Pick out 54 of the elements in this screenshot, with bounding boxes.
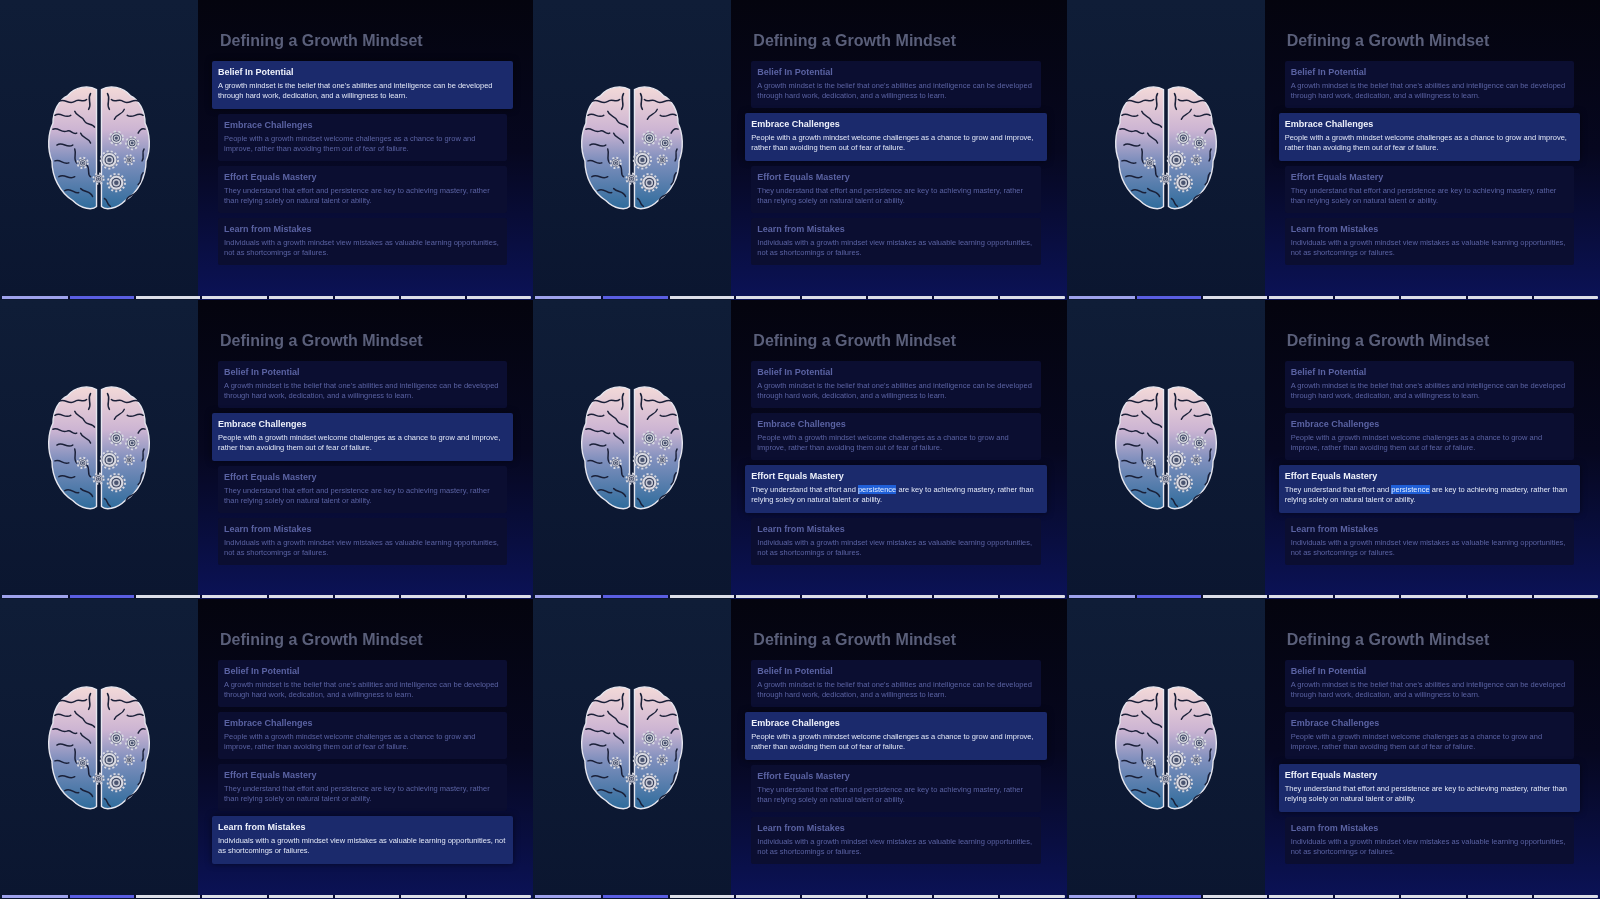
card-title: Embrace Challenges xyxy=(751,718,841,730)
card-title: Embrace Challenges xyxy=(224,718,314,730)
card-title: Effort Equals Mastery xyxy=(224,172,318,183)
progress-track[interactable] xyxy=(2,295,532,299)
card-title: Belief In Potential xyxy=(224,366,301,378)
card-title: Effort Equals Mastery xyxy=(224,770,318,782)
slide-title: Defining a Growth Mindset xyxy=(1285,330,1491,351)
slide-title: Defining a Growth Mindset xyxy=(219,31,424,51)
progress-track[interactable] xyxy=(1068,595,1598,599)
card-title: Learn from Mistakes xyxy=(757,224,846,235)
progress-track[interactable] xyxy=(535,595,1065,599)
progress-track[interactable] xyxy=(1068,295,1598,299)
card-title: Learn from Mistakes xyxy=(1290,224,1380,235)
card-title: Belief In Potential xyxy=(1290,67,1368,78)
card-title: Embrace Challenges xyxy=(1290,418,1381,430)
card-title: Effort Equals Mastery xyxy=(1284,770,1379,782)
slide-title: Defining a Growth Mindset xyxy=(1285,630,1491,651)
card-title: Embrace Challenges xyxy=(224,120,314,131)
card-title: Effort Equals Mastery xyxy=(751,470,845,482)
slide-title: Defining a Growth Mindset xyxy=(752,330,957,351)
card-title: Learn from Mistakes xyxy=(1290,823,1380,835)
card-title: Learn from Mistakes xyxy=(1290,523,1380,535)
slide-title: Defining a Growth Mindset xyxy=(1285,31,1491,51)
card-title: Belief In Potential xyxy=(218,67,295,78)
card-title: Effort Equals Mastery xyxy=(224,471,318,483)
card-title: Effort Equals Mastery xyxy=(757,771,851,783)
progress-track[interactable] xyxy=(535,295,1065,299)
card-title: Belief In Potential xyxy=(1290,366,1368,378)
progress-track[interactable] xyxy=(2,895,532,898)
card-title: Belief In Potential xyxy=(224,666,301,678)
card-title: Belief In Potential xyxy=(757,366,834,378)
card-title: Effort Equals Mastery xyxy=(1284,470,1379,482)
card-title: Learn from Mistakes xyxy=(757,523,846,535)
card-title: Embrace Challenges xyxy=(751,119,841,130)
progress-track[interactable] xyxy=(2,595,532,599)
progress-track[interactable] xyxy=(1068,895,1598,898)
slide-title: Defining a Growth Mindset xyxy=(752,31,957,51)
card-title: Effort Equals Mastery xyxy=(1290,172,1385,183)
card-title: Learn from Mistakes xyxy=(218,822,307,834)
card-title: Embrace Challenges xyxy=(218,418,308,430)
card-title: Embrace Challenges xyxy=(1290,718,1381,730)
card-title: Belief In Potential xyxy=(1290,666,1368,678)
card-title: Belief In Potential xyxy=(757,666,834,678)
card-title: Learn from Mistakes xyxy=(224,523,313,535)
card-title: Learn from Mistakes xyxy=(224,224,313,235)
card-title: Effort Equals Mastery xyxy=(757,172,851,183)
slide-title: Defining a Growth Mindset xyxy=(752,630,957,651)
slide-title: Defining a Growth Mindset xyxy=(219,630,424,651)
card-title: Embrace Challenges xyxy=(757,418,847,430)
card-title: Embrace Challenges xyxy=(1284,119,1375,130)
card-title: Belief In Potential xyxy=(757,67,834,78)
progress-track[interactable] xyxy=(535,895,1065,898)
slide-title: Defining a Growth Mindset xyxy=(219,330,424,351)
card-title: Learn from Mistakes xyxy=(757,823,846,835)
